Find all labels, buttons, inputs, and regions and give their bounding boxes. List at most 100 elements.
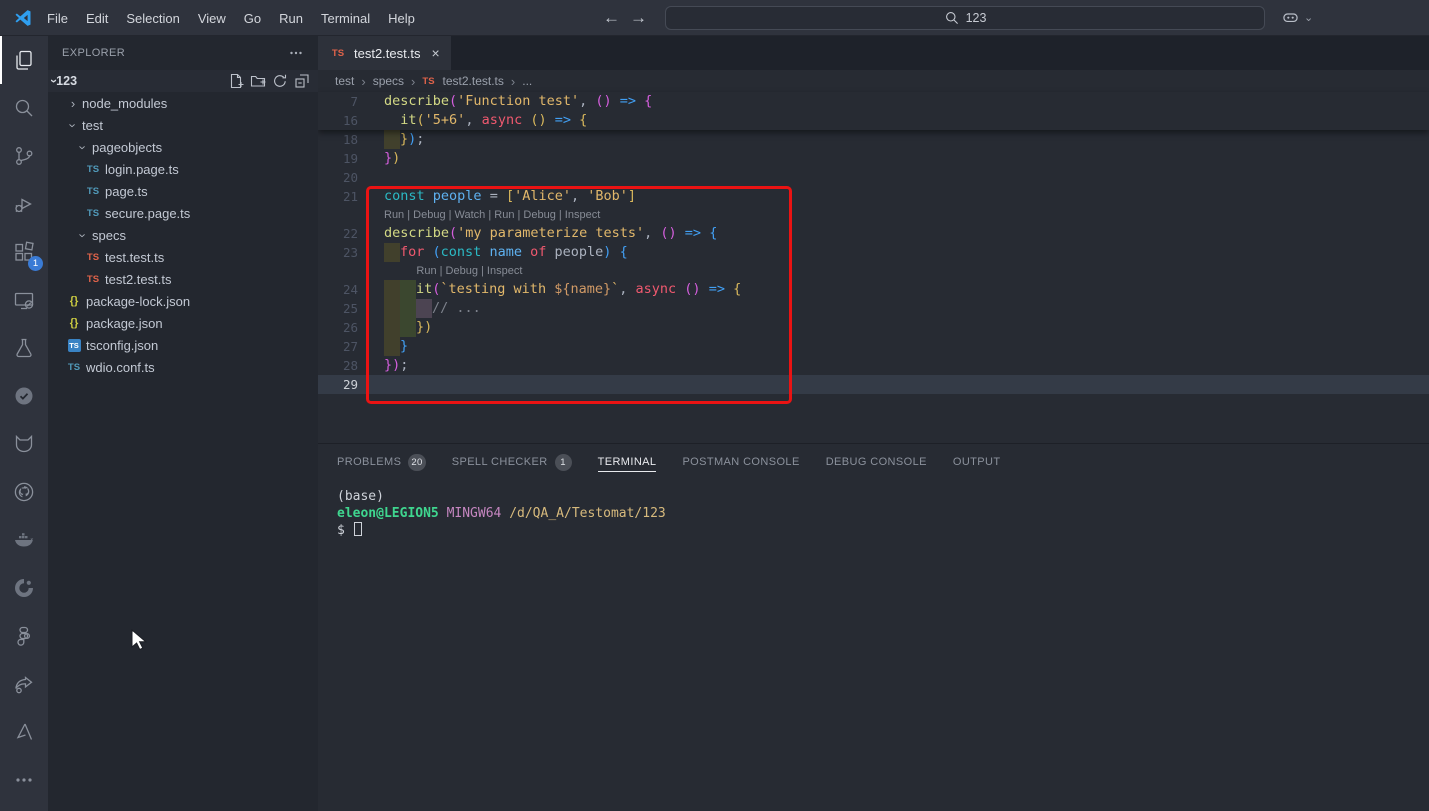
indent-guide-block (384, 243, 400, 262)
panel-tab-label: OUTPUT (953, 452, 1001, 472)
code-line-16[interactable]: 16 it('5+6', async () => { (318, 111, 1429, 130)
menu-bar: FileEditSelectionViewGoRunTerminalHelp (38, 0, 424, 36)
code-line-28[interactable]: 28}); (318, 356, 1429, 375)
code-line-23[interactable]: 23for (const name of people) { (318, 243, 1429, 262)
panel-tab-terminal[interactable]: TERMINAL (585, 444, 670, 480)
activity-figma[interactable] (0, 612, 48, 660)
terminal[interactable]: (base)eleon@LEGION5 MINGW64 /d/QA_A/Test… (318, 480, 1429, 539)
code-token: () (660, 224, 676, 243)
refresh-icon[interactable] (272, 73, 288, 89)
tab-test2-test-ts[interactable]: TS test2.test.ts × (318, 36, 451, 70)
tree-item-test[interactable]: ›test (48, 114, 318, 136)
activity-explorer[interactable] (0, 36, 48, 84)
code-token: ( (433, 243, 441, 262)
panel-tab-debug-console[interactable]: DEBUG CONSOLE (813, 444, 940, 480)
code-line-21[interactable]: 21const people = ['Alice', 'Bob'] (318, 187, 1429, 206)
menu-terminal[interactable]: Terminal (312, 11, 379, 26)
explorer-more-actions-icon[interactable] (288, 45, 304, 61)
breadcrumb-label: specs (373, 74, 404, 88)
panel-tab-spell-checker[interactable]: SPELL CHECKER1 (439, 444, 585, 480)
sticky-scroll: 7describe('Function test', () => {16 it(… (318, 92, 1429, 130)
breadcrumb: test›specs›TStest2.test.ts›... (318, 70, 1429, 92)
code-line-26[interactable]: 26}) (318, 318, 1429, 337)
panel-tab-output[interactable]: OUTPUT (940, 444, 1014, 480)
activity-gitlens[interactable] (0, 420, 48, 468)
code-line-27[interactable]: 27} (318, 337, 1429, 356)
activity-docker[interactable] (0, 516, 48, 564)
breadcrumb-item-specs[interactable]: specs (373, 74, 404, 88)
activity-search[interactable] (0, 84, 48, 132)
code-token (522, 111, 530, 130)
code-token: people (555, 243, 604, 262)
braces-file-icon: {} (65, 317, 83, 329)
code-line-25[interactable]: 25// ... (318, 299, 1429, 318)
new-file-icon[interactable] (228, 73, 244, 89)
tree-item-label: package.json (86, 316, 163, 331)
panel-tab-postman-console[interactable]: POSTMAN CONSOLE (669, 444, 812, 480)
code-token (701, 280, 709, 299)
menu-view[interactable]: View (189, 11, 235, 26)
activity-azure[interactable] (0, 708, 48, 756)
collapse-all-icon[interactable] (294, 73, 310, 89)
activity-live-share[interactable] (0, 660, 48, 708)
menu-go[interactable]: Go (235, 11, 270, 26)
command-search-input[interactable]: 123 (665, 6, 1265, 30)
code-token: ) (392, 149, 400, 168)
activity-testing[interactable] (0, 324, 48, 372)
menu-selection[interactable]: Selection (117, 11, 188, 26)
code-token: } (400, 337, 408, 356)
activity-remote-explorer[interactable] (0, 276, 48, 324)
activity-run-and-debug[interactable] (0, 180, 48, 228)
tree-item-test2-test-ts[interactable]: TStest2.test.ts (48, 268, 318, 290)
code-editor[interactable]: 7describe('Function test', () => {16 it(… (318, 92, 1429, 394)
code-token: => (620, 92, 636, 111)
copilot-menu[interactable]: ⌄ (1280, 7, 1313, 28)
code-line-7[interactable]: 7describe('Function test', () => { (318, 92, 1429, 111)
code-line-29[interactable]: 29 (318, 375, 1429, 394)
codelens-actions[interactable]: Run | Debug | Inspect (416, 262, 522, 280)
breadcrumb-item-test2-test-ts[interactable]: TStest2.test.ts (422, 74, 504, 88)
panel-tab-problems[interactable]: PROBLEMS20 (324, 444, 439, 480)
back-arrow-icon[interactable]: ← (603, 8, 620, 28)
code-line-18[interactable]: 18}); (318, 130, 1429, 149)
tree-item-secure-page-ts[interactable]: TSsecure.page.ts (48, 202, 318, 224)
tree-item-test-test-ts[interactable]: TStest.test.ts (48, 246, 318, 268)
new-folder-icon[interactable] (250, 73, 266, 89)
activity-source-control[interactable] (0, 132, 48, 180)
activity-extensions[interactable]: 1 (0, 228, 48, 276)
indent-guide-block (384, 130, 400, 149)
menu-run[interactable]: Run (270, 11, 312, 26)
gutter (318, 206, 384, 224)
activity-todo-check[interactable] (0, 372, 48, 420)
workspace-section-header[interactable]: › 123 (48, 70, 318, 92)
breadcrumb-item--[interactable]: ... (522, 74, 532, 88)
code-line-22[interactable]: 22describe('my parameterize tests', () =… (318, 224, 1429, 243)
menu-edit[interactable]: Edit (77, 11, 117, 26)
menu-file[interactable]: File (38, 11, 77, 26)
code-line-19[interactable]: 19}) (318, 149, 1429, 168)
code-token: ( (449, 224, 457, 243)
activity-browser-preview[interactable] (0, 564, 48, 612)
tree-item-login-page-ts[interactable]: TSlogin.page.ts (48, 158, 318, 180)
tree-item-wdio-conf-ts[interactable]: TSwdio.conf.ts (48, 356, 318, 378)
indent-guide-block (400, 280, 416, 299)
tree-item-package-lock-json[interactable]: {}package-lock.json (48, 290, 318, 312)
tree-item-pageobjects[interactable]: ›pageobjects (48, 136, 318, 158)
line-number: 21 (318, 187, 384, 206)
tree-item-tsconfig-json[interactable]: TStsconfig.json (48, 334, 318, 356)
close-icon[interactable]: × (431, 45, 439, 61)
tree-item-specs[interactable]: ›specs (48, 224, 318, 246)
code-line-24[interactable]: 24it(`testing with ${name}`, async () =>… (318, 280, 1429, 299)
code-line-20[interactable]: 20 (318, 168, 1429, 187)
tree-item-package-json[interactable]: {}package.json (48, 312, 318, 334)
menu-help[interactable]: Help (379, 11, 424, 26)
search-icon (944, 10, 960, 26)
breadcrumb-item-test[interactable]: test (335, 74, 354, 88)
activity-more-views[interactable] (0, 756, 48, 804)
line-number: 16 (318, 111, 384, 130)
activity-github[interactable] (0, 468, 48, 516)
tree-item-node-modules[interactable]: ›node_modules (48, 92, 318, 114)
codelens-actions[interactable]: Run | Debug | Watch | Run | Debug | Insp… (384, 206, 600, 224)
forward-arrow-icon[interactable]: → (630, 8, 647, 28)
tree-item-page-ts[interactable]: TSpage.ts (48, 180, 318, 202)
